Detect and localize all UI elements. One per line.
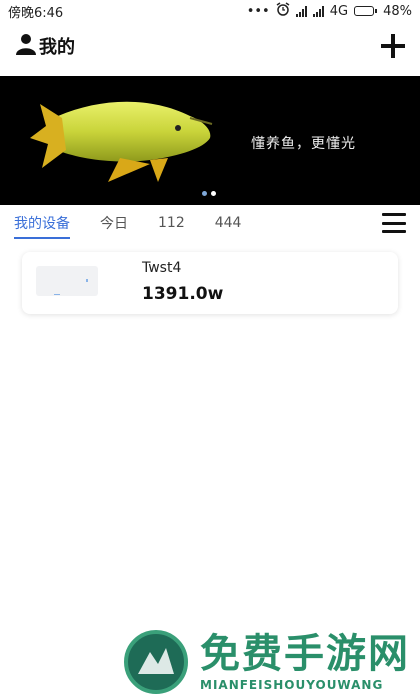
network-type: 4G xyxy=(329,3,349,19)
tab-112[interactable]: 112 xyxy=(158,209,185,237)
tab-today[interactable]: 今日 xyxy=(100,207,128,239)
signal-icon xyxy=(295,5,307,17)
carousel-dot[interactable] xyxy=(211,191,216,196)
tab-bar: 我的设备 今日 112 444 xyxy=(0,206,420,240)
alarm-icon xyxy=(276,2,290,20)
hamburger-icon xyxy=(382,213,406,216)
status-time: 傍晚6:46 xyxy=(8,5,64,21)
tab-444[interactable]: 444 xyxy=(215,209,242,237)
add-device-button[interactable] xyxy=(380,33,406,59)
status-icons: ••• 4G 48% xyxy=(247,2,412,20)
watermark-logo-icon xyxy=(124,630,188,694)
banner-slogan: 懂养鱼，更懂光 xyxy=(251,136,356,152)
status-bar: 傍晚6:46 ••• 4G 48% xyxy=(0,0,420,22)
menu-button[interactable] xyxy=(382,213,406,233)
banner-carousel[interactable]: 懂养鱼，更懂光 xyxy=(0,76,420,205)
user-icon xyxy=(16,33,36,59)
arowana-fish-image xyxy=(30,101,213,182)
page-title: 我的 xyxy=(39,37,75,58)
device-name: Twst4 xyxy=(142,260,182,276)
signal-icon xyxy=(312,5,324,17)
battery-icon xyxy=(354,6,378,16)
header-left: 我的 xyxy=(16,33,75,59)
watermark-subtitle: MIANFEISHOUYOUWANG xyxy=(200,678,384,692)
watermark-title: 免费手游网 xyxy=(200,631,410,677)
tab-my-devices[interactable]: 我的设备 xyxy=(14,207,70,239)
watermark: 免费手游网 MIANFEISHOUYOUWANG xyxy=(120,628,420,698)
device-card[interactable]: Twst4 1391.0w xyxy=(22,252,398,314)
carousel-dots xyxy=(202,191,216,196)
battery-percent: 48% xyxy=(383,3,412,19)
carousel-dot[interactable] xyxy=(202,191,207,196)
app-header: 我的 xyxy=(0,26,420,66)
device-lamp-image xyxy=(36,266,98,296)
device-power: 1391.0w xyxy=(142,284,224,304)
more-icon: ••• xyxy=(246,3,270,19)
